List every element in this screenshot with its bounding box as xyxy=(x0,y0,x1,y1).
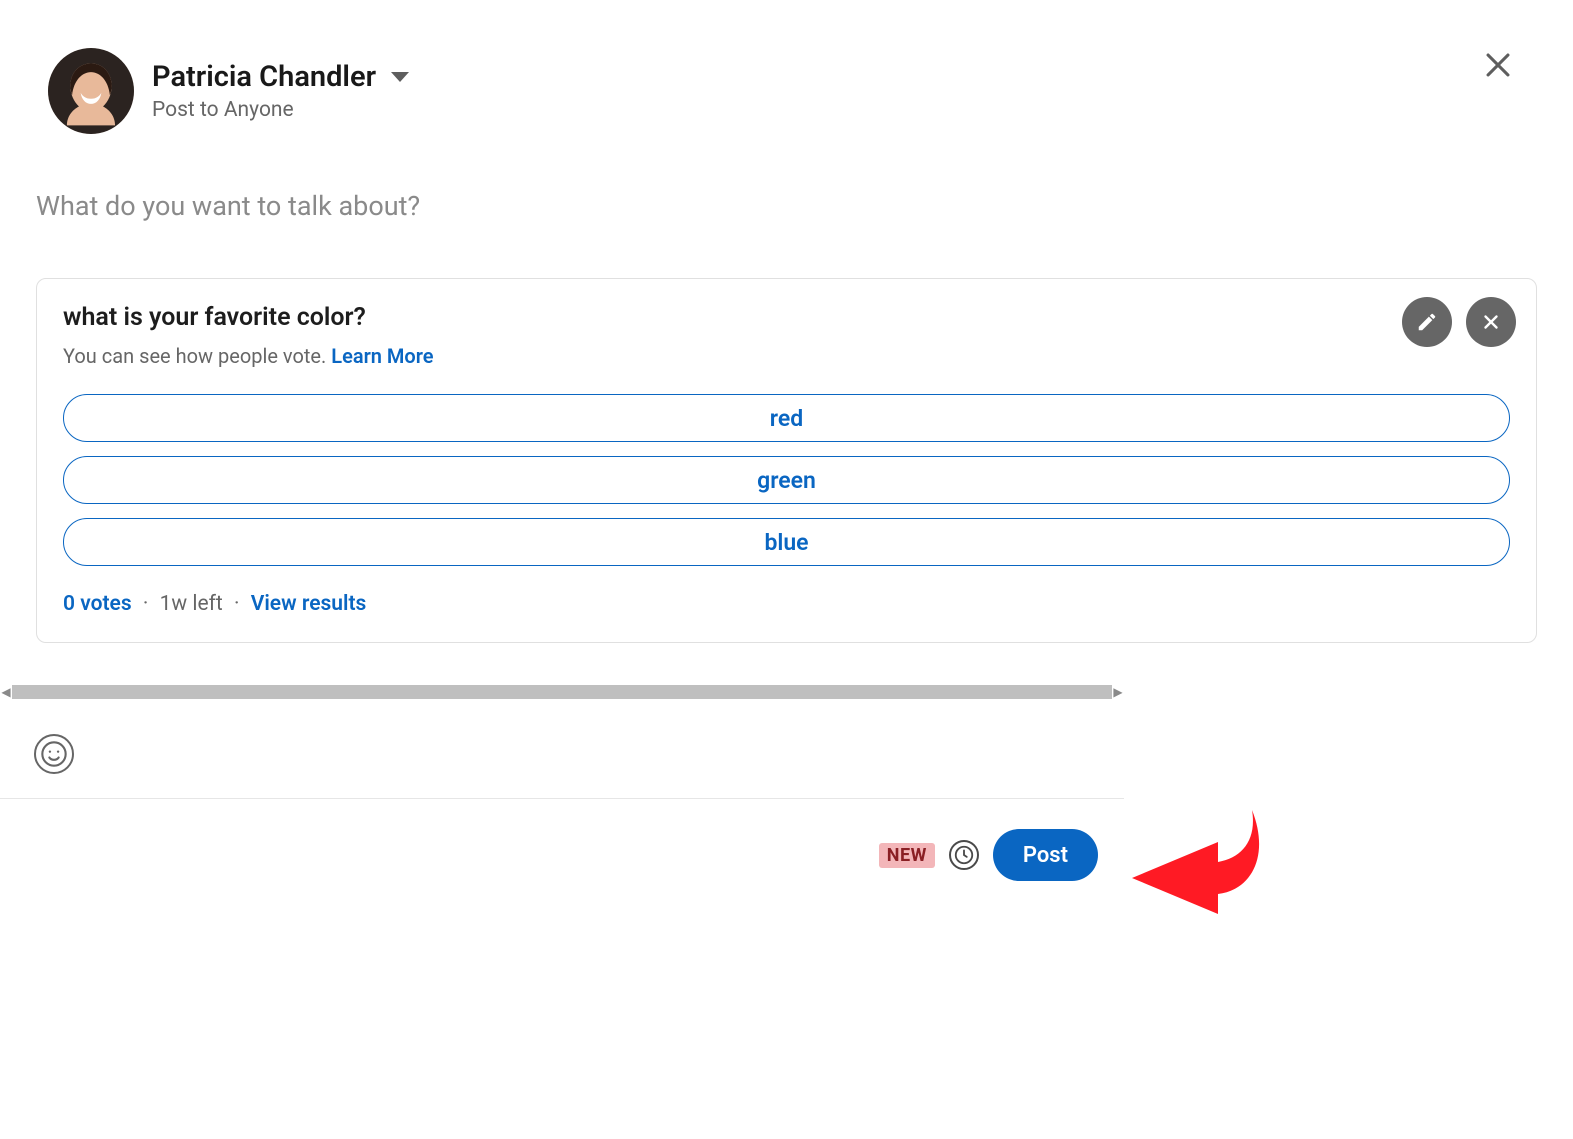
composer-footer: NEW Post xyxy=(0,820,1124,890)
poll-question: what is your favorite color? xyxy=(63,303,1510,332)
caret-down-icon xyxy=(390,70,410,84)
annotation-arrow-icon xyxy=(1122,800,1262,920)
learn-more-link[interactable]: Learn More xyxy=(331,344,433,368)
poll-option[interactable]: blue xyxy=(63,518,1510,566)
divider xyxy=(0,798,1124,799)
user-name: Patricia Chandler xyxy=(152,60,376,95)
scrollbar-track[interactable] xyxy=(12,685,1112,699)
horizontal-scrollbar[interactable]: ◀ ▶ xyxy=(0,683,1124,701)
poll-card: what is your favorite color? You can see… xyxy=(36,278,1537,643)
poll-option[interactable]: green xyxy=(63,456,1510,504)
scroll-left-arrow[interactable]: ◀ xyxy=(0,683,12,701)
edit-poll-button[interactable] xyxy=(1402,297,1452,347)
avatar[interactable] xyxy=(48,48,134,134)
scroll-right-arrow[interactable]: ▶ xyxy=(1112,683,1124,701)
emoji-button[interactable] xyxy=(34,734,74,774)
poll-subtext: You can see how people vote. Learn More xyxy=(63,344,1510,368)
poll-footer: 0 votes · 1w left · View results xyxy=(63,592,1510,616)
visibility-selector[interactable]: Patricia Chandler xyxy=(152,60,410,95)
votes-count[interactable]: 0 votes xyxy=(63,592,132,616)
poll-subtext-text: You can see how people vote. xyxy=(63,344,331,368)
remove-poll-button[interactable] xyxy=(1466,297,1516,347)
visibility-label: Post to Anyone xyxy=(152,98,410,122)
post-body-input[interactable]: What do you want to talk about? xyxy=(0,134,1573,232)
post-author-header: Patricia Chandler Post to Anyone xyxy=(0,0,1573,134)
schedule-button[interactable] xyxy=(949,840,979,870)
poll-time-left: 1w left xyxy=(160,592,223,616)
new-badge: NEW xyxy=(879,843,935,868)
close-button[interactable] xyxy=(1475,42,1521,88)
post-button[interactable]: Post xyxy=(993,829,1098,881)
poll-option[interactable]: red xyxy=(63,394,1510,442)
view-results-link[interactable]: View results xyxy=(251,592,367,616)
